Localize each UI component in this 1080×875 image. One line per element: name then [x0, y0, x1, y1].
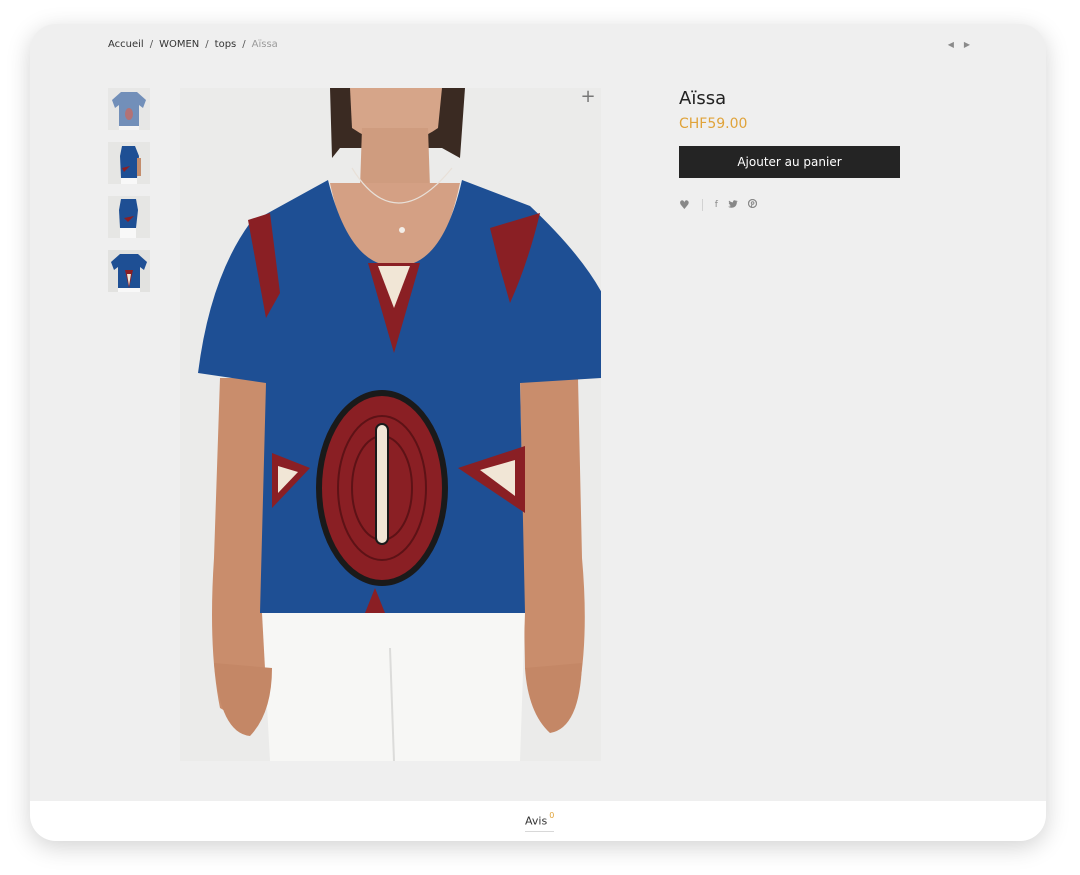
- thumbnail-front[interactable]: [108, 88, 150, 130]
- product-price: CHF59.00: [679, 116, 748, 132]
- pinterest-icon[interactable]: [747, 198, 758, 211]
- social-divider: [701, 199, 703, 211]
- shirt-back-side-thumbnail-image: [108, 196, 150, 238]
- zoom-plus-icon[interactable]: +: [579, 88, 597, 106]
- tab-reviews-label: Avis: [525, 814, 548, 828]
- breadcrumb-separator: /: [149, 39, 154, 50]
- shirt-side-thumbnail-image: [108, 142, 150, 184]
- shirt-photo: [180, 88, 601, 761]
- breadcrumb-separator: /: [242, 39, 246, 50]
- thumbnail-side[interactable]: [108, 142, 150, 184]
- thumbnail-back-side[interactable]: [108, 196, 150, 238]
- breadcrumb-home-link[interactable]: Accueil: [108, 39, 144, 50]
- product-page-window: Accueil / WOMEN / tops / Aïssa ◀ ▶ + Aïs…: [30, 24, 1046, 841]
- shirt-back-thumbnail-image: [108, 250, 150, 292]
- tab-reviews[interactable]: Avis 0: [525, 811, 555, 832]
- facebook-icon[interactable]: f: [715, 200, 718, 210]
- twitter-bird-shape: [727, 199, 738, 208]
- product-tabs-bar: Avis 0: [30, 801, 1046, 841]
- breadcrumb: Accueil / WOMEN / tops / Aïssa: [108, 39, 278, 50]
- add-to-cart-button[interactable]: Ajouter au panier: [679, 146, 900, 178]
- breadcrumb-current: Aïssa: [251, 39, 278, 50]
- twitter-icon[interactable]: [727, 199, 738, 211]
- breadcrumb-women-link[interactable]: WOMEN: [159, 39, 199, 50]
- triangle-left-icon[interactable]: ◀: [948, 40, 954, 49]
- social-share-bar: ♥ f: [679, 198, 901, 212]
- reviews-count-badge: 0: [549, 811, 555, 820]
- thumbnail-gallery: [108, 88, 150, 292]
- shirt-front-thumbnail-image: [108, 88, 150, 130]
- product-summary: Aïssa CHF59.00 Ajouter au panier ♥ f: [679, 87, 901, 212]
- pinterest-circle-shape: [747, 198, 758, 209]
- main-product-image[interactable]: +: [180, 88, 601, 761]
- product-nav-arrows: ◀ ▶: [948, 40, 970, 49]
- thumbnail-back[interactable]: [108, 250, 150, 292]
- triangle-right-icon[interactable]: ▶: [964, 40, 970, 49]
- breadcrumb-tops-link[interactable]: tops: [215, 39, 237, 50]
- heart-icon[interactable]: ♥: [679, 198, 690, 212]
- product-title: Aïssa: [679, 88, 727, 109]
- breadcrumb-separator: /: [205, 39, 209, 50]
